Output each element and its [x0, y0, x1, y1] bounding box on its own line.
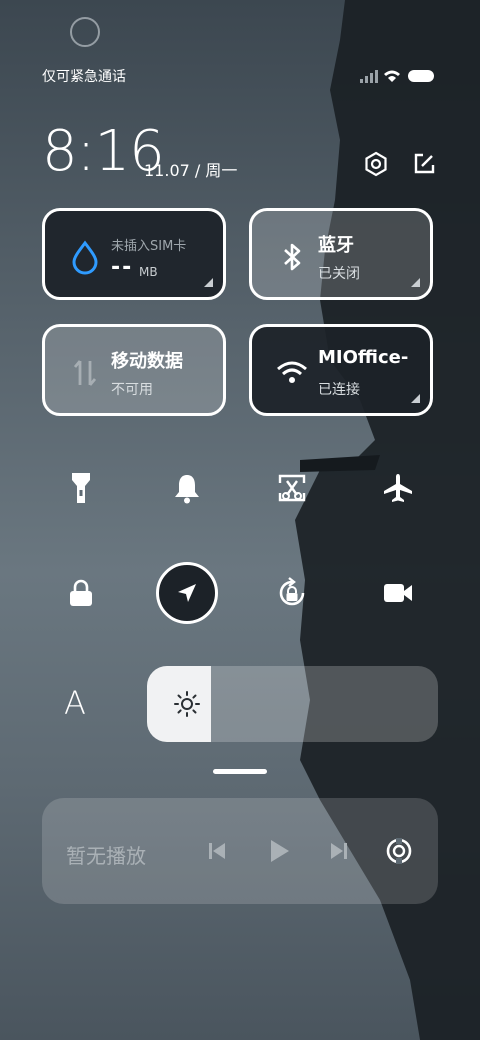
bluetooth-status: 已关闭	[318, 266, 360, 282]
toggle-airplane[interactable]	[374, 464, 422, 512]
toggle-flashlight[interactable]	[57, 464, 105, 512]
video-icon	[384, 584, 412, 602]
mobile-data-status: 不可用	[111, 382, 153, 398]
toggle-notification[interactable]	[163, 464, 211, 512]
tile-data-usage[interactable]: 未插入SIM卡 -- MB	[42, 208, 226, 300]
status-carrier: 仅可紧急通话	[42, 69, 126, 85]
bell-icon	[175, 475, 199, 504]
toggle-lock-screen[interactable]	[57, 569, 105, 617]
bluetooth-label: 蓝牙	[318, 235, 354, 256]
date: 11.07 / 周一	[144, 161, 238, 180]
water-drop-icon	[72, 240, 98, 275]
tile-bluetooth[interactable]: 蓝牙 已关闭	[249, 208, 433, 300]
mobile-data-icon	[73, 360, 97, 386]
previous-icon[interactable]	[206, 840, 228, 862]
expand-corner-icon	[411, 278, 420, 287]
wifi-status-icon	[384, 70, 400, 82]
mobile-data-label: 移动数据	[111, 351, 183, 372]
wifi-icon	[277, 361, 307, 383]
brightness-slider[interactable]	[147, 666, 438, 742]
bluetooth-icon	[284, 243, 301, 271]
location-icon	[178, 584, 196, 602]
flashlight-icon	[72, 473, 90, 503]
battery-icon	[408, 70, 434, 82]
next-icon[interactable]	[328, 840, 350, 862]
status-icons	[360, 70, 434, 83]
expand-corner-icon	[411, 394, 420, 403]
tile-wifi[interactable]: MIOffice- 已连接	[249, 324, 433, 416]
media-player: 暂无播放	[42, 798, 438, 904]
auto-rotate-icon	[279, 577, 305, 606]
font-size-button[interactable]: A	[64, 684, 86, 722]
lock-icon	[70, 579, 92, 606]
toggle-auto-rotate[interactable]	[268, 569, 316, 617]
toggle-location[interactable]	[156, 562, 218, 624]
wifi-status: 已连接	[318, 382, 360, 398]
drag-handle[interactable]	[213, 769, 267, 774]
toggle-screen-record[interactable]	[374, 569, 422, 617]
sim-status: 未插入SIM卡	[111, 239, 187, 254]
cast-icon[interactable]	[384, 836, 414, 866]
media-title: 暂无播放	[66, 844, 146, 868]
play-icon[interactable]	[266, 838, 292, 864]
wifi-network-name: MIOffice-	[318, 347, 409, 368]
airplane-icon	[384, 474, 412, 502]
edit-icon[interactable]	[410, 150, 438, 178]
settings-icon[interactable]	[362, 150, 390, 178]
toggle-screenshot[interactable]	[268, 464, 316, 512]
data-value: --	[111, 255, 134, 280]
screenshot-icon	[278, 474, 306, 502]
data-unit: MB	[139, 265, 158, 279]
signal-icon	[360, 70, 378, 83]
tile-mobile-data[interactable]: 移动数据 不可用	[42, 324, 226, 416]
sun-icon	[174, 691, 200, 717]
expand-corner-icon	[204, 278, 213, 287]
